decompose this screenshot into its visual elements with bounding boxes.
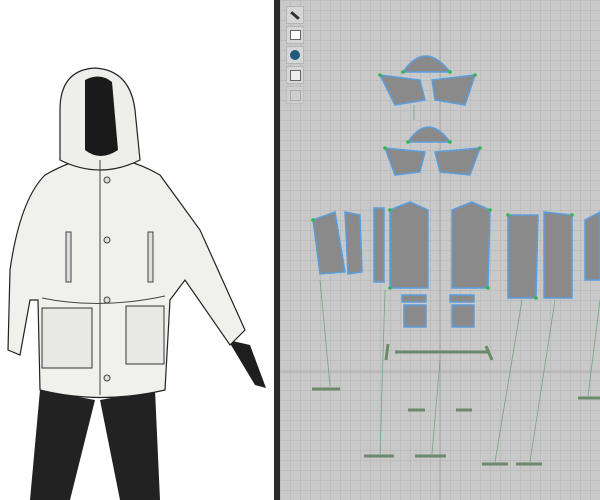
brush-icon — [290, 10, 300, 20]
pocket-piece — [403, 304, 427, 328]
right-leg — [100, 390, 160, 500]
2d-toolbar — [286, 6, 304, 106]
hood-piece — [378, 74, 426, 106]
front-right-piece — [451, 201, 491, 289]
front-left-piece — [389, 201, 429, 289]
left-pocket — [41, 307, 93, 369]
sleeve-piece — [312, 210, 346, 275]
sleeve-piece — [344, 211, 363, 275]
disabled-tool-button[interactable] — [286, 86, 304, 104]
collar-piece — [383, 147, 426, 176]
pocket-piece — [451, 304, 475, 328]
collar-piece — [434, 147, 482, 176]
hand — [228, 340, 266, 388]
strip-pieces — [312, 343, 600, 466]
back-piece — [507, 214, 539, 299]
left-leg — [30, 390, 95, 500]
sleeve-piece — [584, 211, 600, 281]
back-piece — [543, 211, 573, 299]
pattern-pieces — [280, 0, 600, 500]
garment-tool-button[interactable] — [286, 26, 304, 44]
2d-pattern-viewport[interactable] — [280, 0, 600, 500]
right-pocket — [125, 305, 165, 365]
3d-viewport[interactable] — [0, 0, 274, 500]
pattern-icon — [289, 69, 301, 81]
avatar-with-jacket — [7, 67, 266, 500]
garment-icon — [289, 30, 301, 40]
hood-piece — [406, 126, 452, 143]
disabled-tool-icon — [289, 89, 301, 101]
info-icon — [290, 50, 300, 60]
brush-tool-button[interactable] — [286, 6, 304, 24]
placket-piece — [373, 207, 385, 283]
hood-piece — [431, 74, 477, 106]
hood-piece — [401, 55, 452, 73]
info-tool-button[interactable] — [286, 46, 304, 64]
pattern-tool-button[interactable] — [286, 66, 304, 84]
